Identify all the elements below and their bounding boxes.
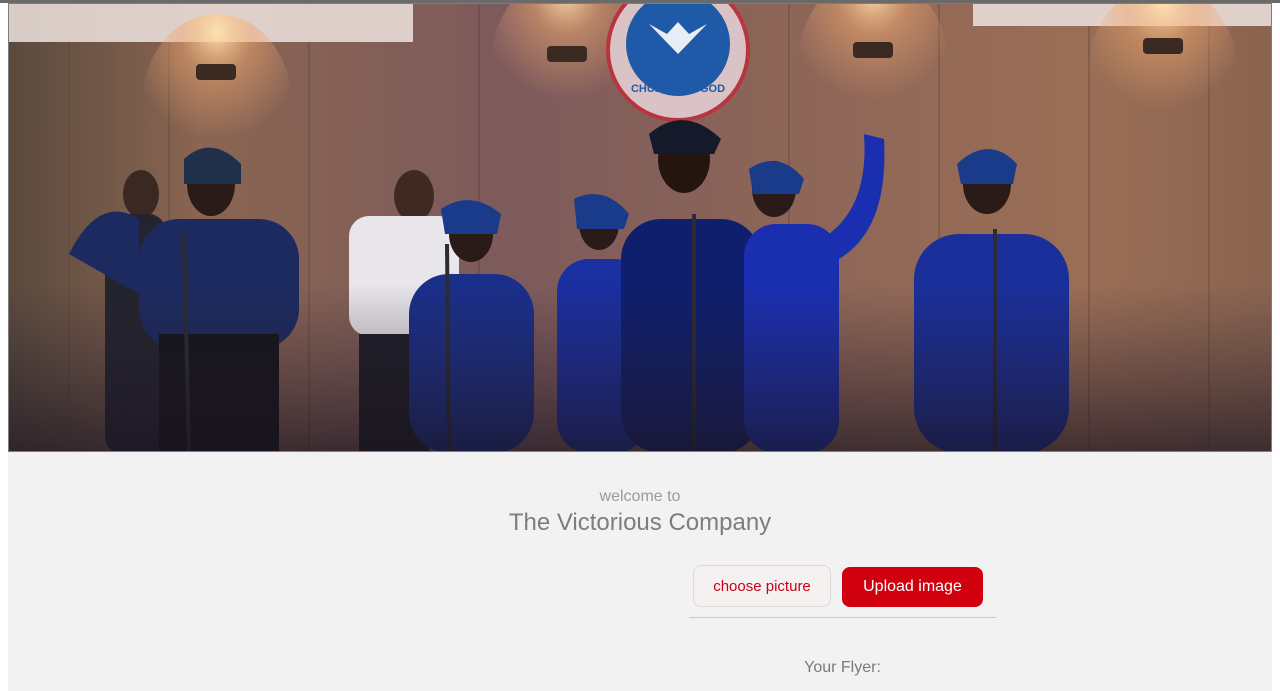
- divider: [689, 617, 996, 618]
- choose-picture-button[interactable]: choose picture: [693, 565, 831, 607]
- page-title: The Victorious Company: [508, 509, 772, 536]
- main-content: welcome to The Victorious Company choose…: [8, 452, 1272, 691]
- hero-banner-image: CHURCH OF GOD: [8, 3, 1272, 452]
- welcome-subtitle: welcome to: [599, 488, 681, 505]
- upload-image-button[interactable]: Upload image: [842, 567, 983, 607]
- flyer-label: Your Flyer:: [804, 659, 881, 676]
- banner-logo-text: CHURCH OF GOD: [631, 83, 725, 95]
